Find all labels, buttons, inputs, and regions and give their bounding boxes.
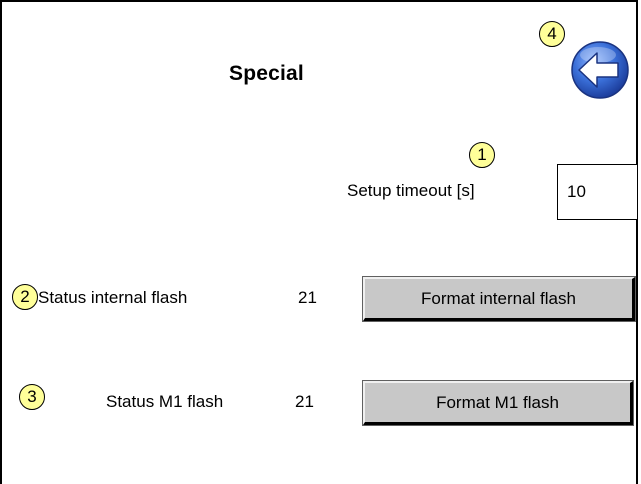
setup-timeout-label: Setup timeout [s] xyxy=(347,181,475,200)
format-m1-flash-button[interactable]: Format M1 flash xyxy=(362,380,634,426)
status-internal-flash-label: Status internal flash xyxy=(38,288,188,307)
back-button[interactable] xyxy=(568,38,632,102)
status-internal-flash-value: 21 xyxy=(298,288,317,307)
setup-timeout-field[interactable]: 10 xyxy=(557,164,638,220)
back-arrow-icon xyxy=(571,41,629,99)
page-title: Special xyxy=(229,62,304,85)
status-m1-flash-label: Status M1 flash xyxy=(106,392,224,411)
callout-marker-2: 2 xyxy=(12,284,38,310)
special-screen: Special 4 1 Setup timeout [s] 10 2 Statu… xyxy=(0,0,641,484)
status-m1-flash-value: 21 xyxy=(295,392,314,411)
callout-marker-1: 1 xyxy=(469,142,495,168)
callout-marker-4: 4 xyxy=(539,21,565,47)
special-panel: Special 4 1 Setup timeout [s] 10 2 Statu… xyxy=(0,0,638,484)
callout-marker-3: 3 xyxy=(19,384,45,410)
format-internal-flash-button[interactable]: Format internal flash xyxy=(362,276,636,322)
